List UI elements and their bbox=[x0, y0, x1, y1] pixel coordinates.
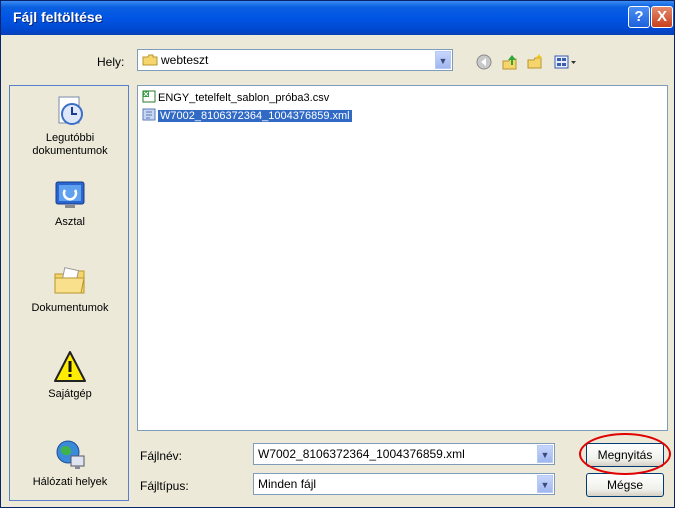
views-icon-graphic bbox=[554, 55, 576, 69]
place-network[interactable]: Hálózati helyek bbox=[10, 438, 130, 489]
recent-documents-icon bbox=[53, 94, 87, 128]
dialog-title: Fájl feltöltése bbox=[13, 9, 103, 25]
file-item-xml[interactable]: W7002_8106372364_1004376859.xml bbox=[142, 108, 352, 124]
new-folder-icon-graphic bbox=[527, 54, 542, 69]
place-desktop[interactable]: Asztal bbox=[10, 178, 130, 229]
title-bar[interactable]: Fájl feltöltése ? X bbox=[1, 1, 674, 35]
filename-input[interactable]: W7002_8106372364_1004376859.xml ▼ bbox=[253, 443, 555, 465]
chevron-down-icon[interactable]: ▼ bbox=[537, 475, 553, 493]
close-button[interactable]: X bbox=[651, 6, 673, 28]
place-recent-documents[interactable]: Legutóbbi dokumentumok bbox=[10, 94, 130, 158]
folder-icon bbox=[142, 54, 158, 66]
place-my-documents[interactable]: Dokumentumok bbox=[10, 264, 130, 315]
desktop-icon bbox=[53, 178, 87, 212]
my-computer-icon bbox=[53, 350, 87, 384]
new-folder-icon[interactable] bbox=[526, 53, 544, 71]
chevron-down-icon[interactable]: ▼ bbox=[537, 445, 553, 463]
up-folder-icon[interactable] bbox=[501, 53, 519, 71]
filename-value: W7002_8106372364_1004376859.xml bbox=[258, 447, 465, 461]
filetype-value: Minden fájl bbox=[258, 477, 317, 491]
back-icon[interactable] bbox=[475, 53, 493, 71]
cancel-button[interactable]: Mégse bbox=[586, 473, 664, 497]
filetype-label: Fájltípus: bbox=[140, 479, 189, 493]
back-icon-graphic bbox=[476, 54, 492, 70]
location-value: webteszt bbox=[142, 53, 208, 67]
file-name: W7002_8106372364_1004376859.xml bbox=[158, 110, 352, 122]
location-dropdown[interactable]: webteszt ▼ bbox=[137, 49, 453, 71]
my-documents-icon bbox=[53, 264, 87, 298]
highlight-ring bbox=[579, 433, 671, 475]
location-label: Hely: bbox=[97, 55, 125, 69]
network-places-icon bbox=[53, 438, 87, 472]
filename-label: Fájlnév: bbox=[140, 449, 183, 463]
chevron-down-icon[interactable]: ▼ bbox=[435, 51, 451, 69]
xml-file-icon bbox=[142, 108, 156, 121]
filetype-select[interactable]: Minden fájl ▼ bbox=[253, 473, 555, 495]
file-item-csv[interactable]: ENGY_tetelfelt_sablon_próba3.csv bbox=[142, 90, 329, 106]
place-label: Legutóbbi dokumentumok bbox=[32, 132, 108, 157]
help-button[interactable]: ? bbox=[628, 6, 650, 28]
place-label: Asztal bbox=[55, 216, 85, 228]
csv-file-icon bbox=[142, 90, 156, 103]
file-name: ENGY_tetelfelt_sablon_próba3.csv bbox=[158, 92, 330, 104]
up-folder-icon-graphic bbox=[502, 55, 517, 70]
location-text: webteszt bbox=[161, 53, 209, 67]
views-icon[interactable] bbox=[553, 53, 579, 71]
place-label: Dokumentumok bbox=[31, 302, 109, 314]
places-bar: Legutóbbi dokumentumok Asztal Dokumentum… bbox=[9, 85, 129, 501]
file-upload-dialog: Fájl feltöltése ? X Hely: webteszt ▼ Leg… bbox=[0, 0, 675, 508]
place-label: Sajátgép bbox=[48, 388, 92, 400]
place-my-computer[interactable]: Sajátgép bbox=[10, 350, 130, 401]
file-list[interactable]: ENGY_tetelfelt_sablon_próba3.csv W7002_8… bbox=[137, 85, 668, 431]
place-label: Hálózati helyek bbox=[32, 476, 108, 488]
